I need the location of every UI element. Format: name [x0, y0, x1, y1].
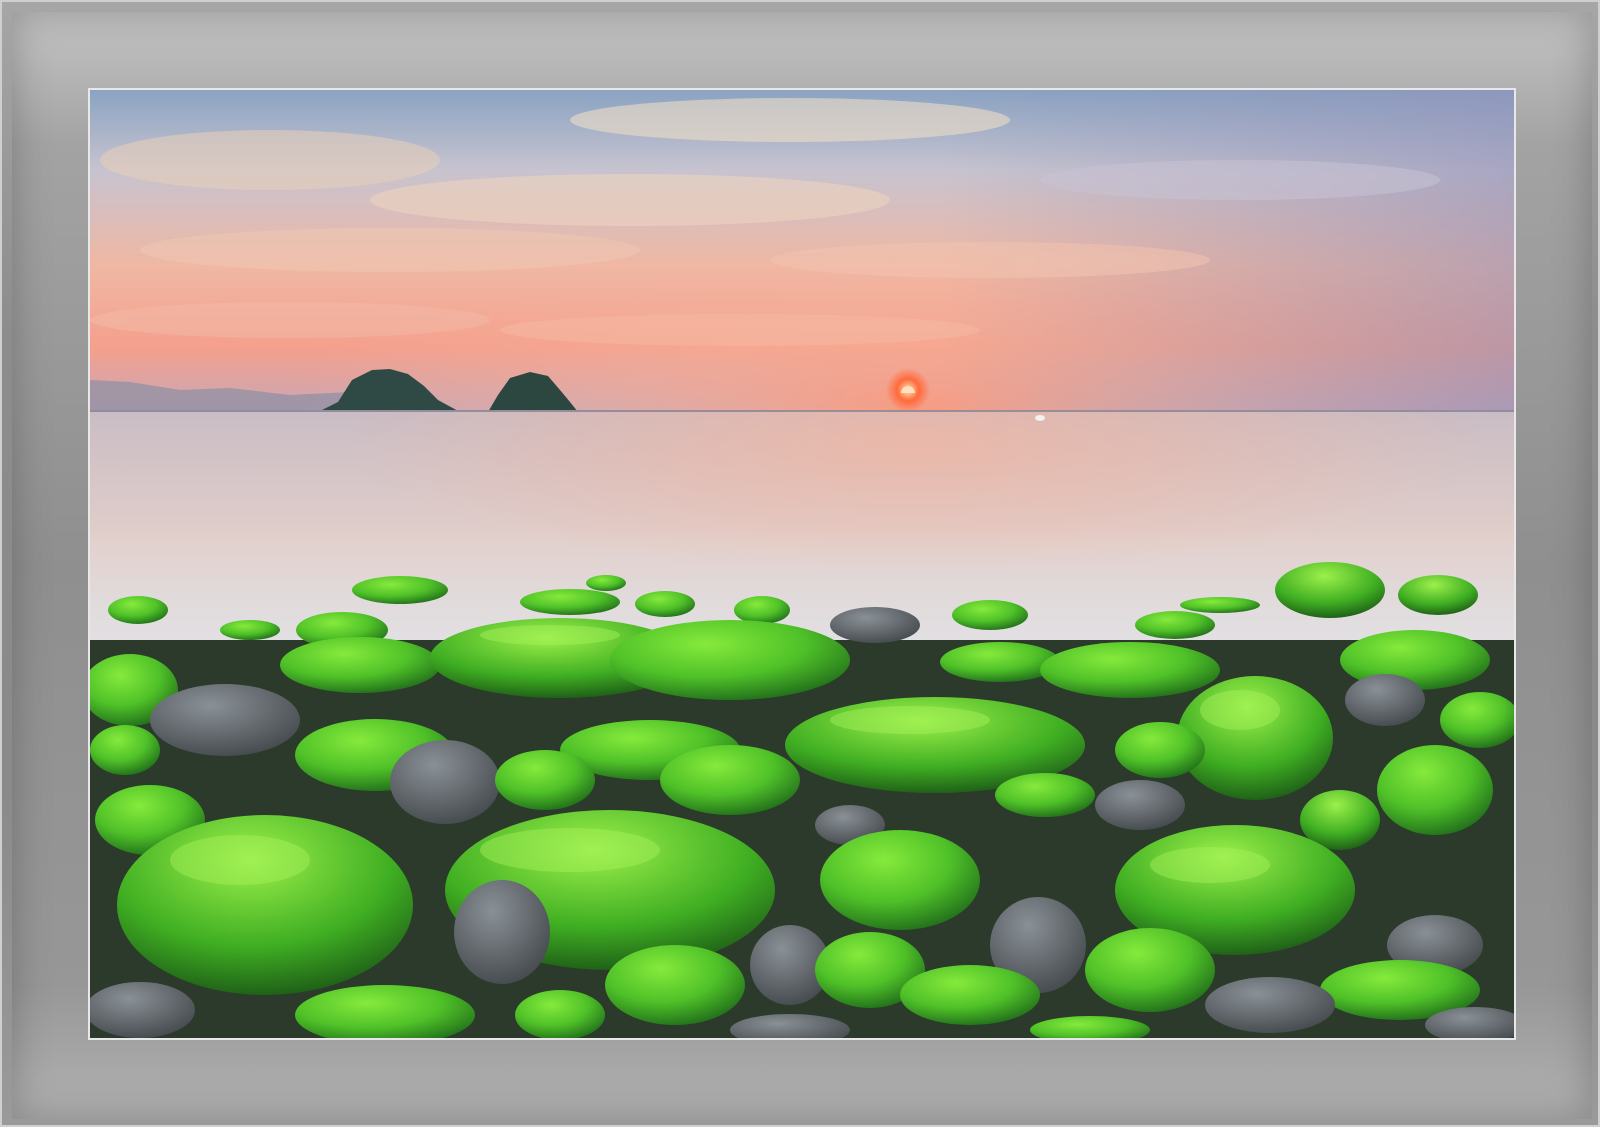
buoy — [1035, 415, 1045, 421]
seascape-photo — [90, 90, 1514, 1038]
outer-frame — [0, 0, 1600, 1127]
